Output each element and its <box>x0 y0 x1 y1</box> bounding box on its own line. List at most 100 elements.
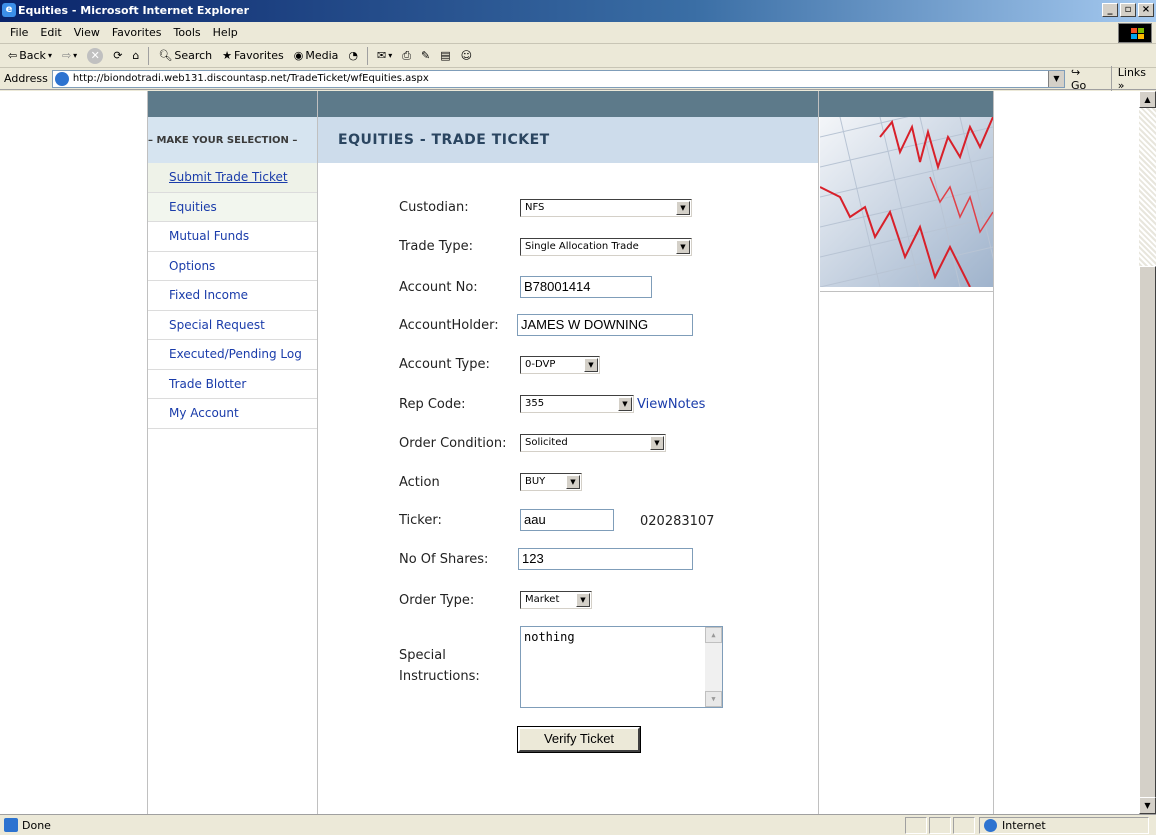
toolbar-separator <box>367 46 368 65</box>
menu-file[interactable]: File <box>4 26 34 39</box>
history-button[interactable]: ◔ <box>344 46 362 66</box>
no-of-shares-input[interactable]: 123 <box>518 548 693 570</box>
media-button[interactable]: ◉ Media <box>290 46 343 66</box>
rep-code-select[interactable]: 355 ▼ <box>520 395 634 413</box>
custodian-select[interactable]: NFS ▼ <box>520 199 692 217</box>
forward-button[interactable]: ⇨ ▾ <box>58 46 81 66</box>
history-icon: ◔ <box>348 49 358 62</box>
stop-icon: ✕ <box>87 47 104 64</box>
sidebar-item-special-request[interactable]: Special Request <box>148 311 317 340</box>
back-arrow-icon: ⇦ <box>8 49 18 62</box>
edit-button[interactable]: ✎ <box>417 46 434 66</box>
discuss-button[interactable]: ▤ <box>436 46 454 66</box>
favorites-button[interactable]: ★ Favorites <box>218 46 288 66</box>
sidebar-item-fixed-income[interactable]: Fixed Income <box>148 281 317 311</box>
messenger-button[interactable]: ☺ <box>457 46 476 66</box>
mail-button[interactable]: ✉ ▾ <box>373 46 396 66</box>
sidebar-item-my-account[interactable]: My Account <box>148 399 317 429</box>
sidebar-item-equities[interactable]: Equities <box>148 192 317 222</box>
mail-icon: ✉ <box>377 49 387 62</box>
status-pane <box>929 816 951 834</box>
close-button[interactable]: × <box>1138 3 1154 17</box>
toolbar-separator <box>148 46 150 65</box>
order-type-select[interactable]: Market ▼ <box>520 591 592 609</box>
media-icon: ◉ <box>293 49 304 62</box>
account-type-label: Account Type: <box>399 357 490 372</box>
page-scrollbar[interactable]: ▲ ▼ <box>1139 91 1156 814</box>
scroll-down-icon[interactable]: ▼ <box>705 691 722 707</box>
address-bar: Address http://biondotradi.web131.discou… <box>0 65 1156 92</box>
address-dropdown-icon[interactable]: ▼ <box>1047 70 1064 87</box>
address-label: Address <box>4 72 48 85</box>
stop-button[interactable]: ✕ <box>83 46 107 66</box>
account-holder-input[interactable]: JAMES W DOWNING <box>517 314 693 336</box>
security-zone: Internet <box>979 816 1149 834</box>
print-button[interactable]: ⎙ <box>398 46 415 66</box>
action-select[interactable]: BUY ▼ <box>520 473 582 491</box>
refresh-button[interactable]: ⟳ <box>109 46 126 66</box>
search-button[interactable]: 🔍︎ Search <box>154 46 216 66</box>
chevron-down-icon: ▼ <box>676 201 690 215</box>
menu-view[interactable]: View <box>68 26 106 39</box>
ticker-input[interactable]: aau <box>520 509 614 531</box>
chevron-down-icon: ▼ <box>584 358 598 372</box>
account-no-label: Account No: <box>399 280 478 295</box>
textarea-scrollbar[interactable]: ▲ ▼ <box>705 627 722 707</box>
account-no-input[interactable]: B78001414 <box>520 276 652 298</box>
ie-app-icon: e <box>2 3 16 17</box>
action-label: Action <box>399 475 440 490</box>
verify-ticket-button[interactable]: Verify Ticket <box>517 726 641 753</box>
menu-favorites[interactable]: Favorites <box>106 26 168 39</box>
search-icon: 🔍︎ <box>158 49 173 62</box>
page-done-icon <box>4 817 18 832</box>
stock-chart-graphic <box>820 117 993 287</box>
edit-icon: ✎ <box>421 49 431 62</box>
header-stripe <box>147 91 994 117</box>
home-button[interactable]: ⌂ <box>128 46 143 66</box>
sidebar-item-submit-trade-ticket[interactable]: Submit Trade Ticket <box>148 163 317 193</box>
scroll-up-icon[interactable]: ▲ <box>705 627 722 643</box>
order-condition-select[interactable]: Solicited ▼ <box>520 434 666 452</box>
sidebar-item-options[interactable]: Options <box>148 252 317 281</box>
chevron-down-icon: ▼ <box>676 240 690 254</box>
account-holder-label: AccountHolder: <box>399 318 499 333</box>
maximize-button[interactable]: ▫ <box>1120 3 1136 17</box>
view-notes-link[interactable]: ViewNotes <box>637 397 705 412</box>
menu-tools[interactable]: Tools <box>168 26 207 39</box>
special-instructions-label-line2: Instructions: <box>399 669 480 684</box>
sidebar-item-executed-pending-log[interactable]: Executed/Pending Log <box>148 340 317 370</box>
minimize-button[interactable]: _ <box>1102 3 1118 17</box>
status-bar: Done Internet <box>0 814 1156 835</box>
order-type-label: Order Type: <box>399 593 475 608</box>
refresh-icon: ⟳ <box>113 49 123 62</box>
chevron-down-icon: ▼ <box>650 436 664 450</box>
trade-type-label: Trade Type: <box>399 239 473 254</box>
account-type-select[interactable]: 0-DVP ▼ <box>520 356 600 374</box>
chevron-down-icon: ▼ <box>618 397 632 411</box>
status-pane <box>953 816 975 834</box>
trade-type-select[interactable]: Single Allocation Trade ▼ <box>520 238 692 256</box>
page-title: EQUITIES - TRADE TICKET <box>318 117 818 163</box>
browser-toolbar: ⇦ Back ▾ ⇨ ▾ ✕ ⟳ ⌂ 🔍︎ Search ★ Favorites… <box>0 44 1156 68</box>
sidebar-item-mutual-funds[interactable]: Mutual Funds <box>148 222 317 252</box>
sidebar-item-trade-blotter[interactable]: Trade Blotter <box>148 370 317 399</box>
sidebar-header: – MAKE YOUR SELECTION – <box>148 117 317 163</box>
favorites-icon: ★ <box>222 49 233 62</box>
back-button[interactable]: ⇦ Back ▾ <box>4 46 56 66</box>
special-instructions-textarea[interactable]: nothing ▲ ▼ <box>520 626 723 708</box>
messenger-icon: ☺ <box>460 49 473 62</box>
chevron-down-icon: ▼ <box>566 475 580 489</box>
go-button[interactable]: ↪ Go <box>1071 66 1099 92</box>
scroll-up-icon[interactable]: ▲ <box>1139 91 1156 108</box>
address-input[interactable]: http://biondotradi.web131.discountasp.ne… <box>51 69 1065 88</box>
links-button[interactable]: Links » <box>1110 65 1156 92</box>
menu-help[interactable]: Help <box>207 26 244 39</box>
scroll-down-icon[interactable]: ▼ <box>1139 797 1156 814</box>
window-title: Equities - Microsoft Internet Explorer <box>18 4 250 17</box>
scrollbar-thumb[interactable] <box>1139 266 1156 811</box>
discuss-icon: ▤ <box>440 49 451 62</box>
middle-divider <box>317 91 318 814</box>
address-url: http://biondotradi.web131.discountasp.ne… <box>72 72 429 84</box>
graphic-divider <box>820 291 993 292</box>
menu-edit[interactable]: Edit <box>34 26 67 39</box>
